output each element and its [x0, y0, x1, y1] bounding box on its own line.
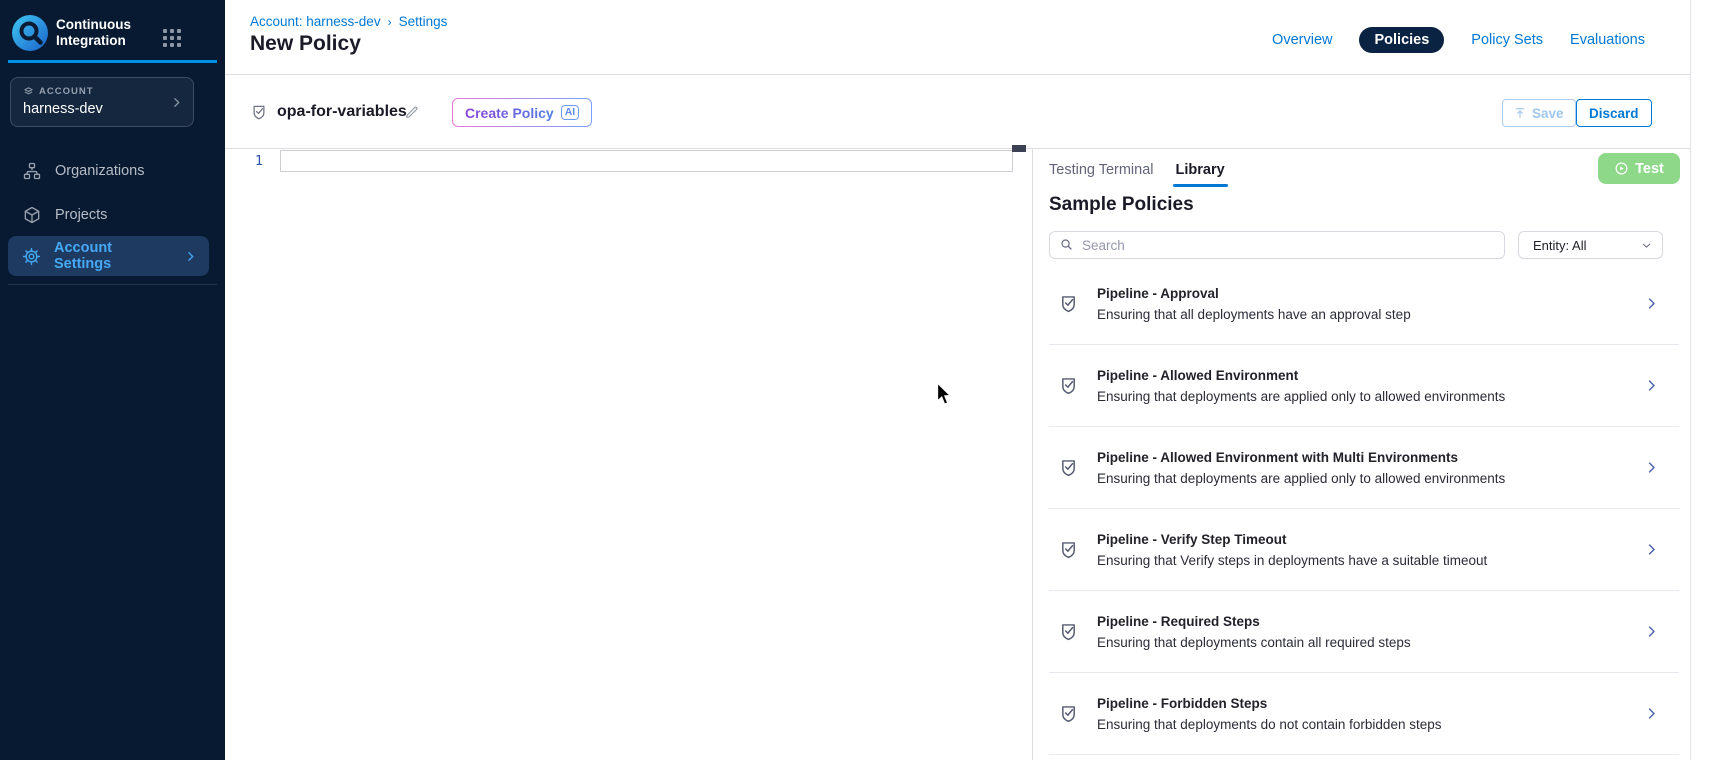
shield-check-icon	[1058, 457, 1079, 478]
search-box	[1049, 231, 1505, 259]
brand-line2: Integration	[56, 33, 131, 49]
policy-description: Ensuring that deployments do not contain…	[1097, 717, 1441, 732]
sidebar: Continuous Integration ACCOUNT harness-d…	[0, 0, 225, 760]
search-input[interactable]	[1049, 231, 1505, 259]
app-window: Continuous Integration ACCOUNT harness-d…	[0, 0, 1713, 760]
sidebar-item-projects[interactable]: Projects	[8, 195, 209, 235]
policy-nav-tabs: Overview Policies Policy Sets Evaluation…	[1272, 26, 1645, 54]
policy-title: Pipeline - Required Steps	[1097, 614, 1411, 629]
policy-title: Pipeline - Verify Step Timeout	[1097, 532, 1487, 547]
library-panel: Testing Terminal Library Test Sample Pol…	[1032, 149, 1690, 760]
sidebar-item-label: Projects	[55, 207, 107, 223]
policy-title: Pipeline - Forbidden Steps	[1097, 696, 1441, 711]
page-title: New Policy	[250, 32, 361, 56]
harness-ci-logo-icon[interactable]	[12, 15, 48, 51]
account-scope-selector[interactable]: ACCOUNT harness-dev	[10, 77, 194, 127]
chevron-right-icon	[1644, 706, 1659, 721]
chevron-right-icon	[1644, 624, 1659, 639]
chevron-right-icon	[170, 96, 183, 114]
play-circle-icon	[1614, 161, 1629, 176]
brand-underline	[8, 60, 217, 63]
breadcrumb: Account: harness-dev›Settings	[250, 14, 447, 29]
sidebar-item-organizations[interactable]: Organizations	[8, 151, 209, 191]
create-policy-button[interactable]: Create Policy AI	[452, 98, 592, 127]
policy-list-item[interactable]: Pipeline - Approval Ensuring that all de…	[1049, 263, 1679, 345]
tab-overview[interactable]: Overview	[1272, 32, 1332, 48]
chevron-right-icon	[184, 250, 197, 263]
discard-label: Discard	[1589, 106, 1639, 121]
breadcrumb-settings-link[interactable]: Settings	[399, 14, 448, 29]
chevron-right-icon	[1644, 378, 1659, 393]
search-icon	[1059, 237, 1074, 257]
policy-name: opa-for-variables	[277, 103, 407, 121]
sample-policies-heading: Sample Policies	[1049, 194, 1194, 216]
sample-policy-list: Pipeline - Approval Ensuring that all de…	[1049, 263, 1679, 755]
save-label: Save	[1532, 106, 1564, 121]
ai-badge: AI	[561, 105, 580, 120]
test-button[interactable]: Test	[1598, 153, 1680, 184]
policy-list-item[interactable]: Pipeline - Allowed Environment with Mult…	[1049, 427, 1679, 509]
save-button[interactable]: Save	[1502, 99, 1576, 127]
policy-description: Ensuring that deployments are applied on…	[1097, 471, 1505, 486]
layers-icon	[23, 86, 34, 97]
tab-testing-terminal[interactable]: Testing Terminal	[1049, 162, 1154, 178]
tab-policies[interactable]: Policies	[1359, 27, 1444, 53]
chevron-right-icon	[1644, 460, 1659, 475]
org-chart-icon	[22, 161, 42, 181]
account-name: harness-dev	[23, 101, 103, 117]
policy-title: Pipeline - Approval	[1097, 286, 1411, 301]
breadcrumb-account-link[interactable]: Account: harness-dev	[250, 14, 381, 29]
sidebar-item-label: Account Settings	[54, 240, 171, 272]
test-label: Test	[1635, 161, 1664, 177]
policy-title: Pipeline - Allowed Environment with Mult…	[1097, 450, 1505, 465]
scrollbar-gutter[interactable]	[1690, 0, 1713, 760]
tab-policy-sets[interactable]: Policy Sets	[1471, 32, 1543, 48]
shield-check-icon	[1058, 621, 1079, 642]
tab-evaluations[interactable]: Evaluations	[1570, 32, 1645, 48]
brand-title: Continuous Integration	[56, 17, 131, 49]
shield-check-icon	[1058, 293, 1079, 314]
chevron-down-icon	[1640, 239, 1653, 252]
module-grid-icon[interactable]	[163, 29, 181, 47]
shield-check-icon	[1058, 539, 1079, 560]
entity-filter-value: Entity: All	[1533, 238, 1586, 253]
breadcrumb-separator: ›	[381, 15, 399, 29]
policy-description: Ensuring that all deployments have an ap…	[1097, 307, 1411, 322]
policy-description: Ensuring that deployments are applied on…	[1097, 389, 1505, 404]
discard-button[interactable]: Discard	[1576, 99, 1652, 127]
shield-check-icon	[250, 103, 268, 121]
editor-overview-ruler-mark	[1012, 145, 1026, 152]
brand-line1: Continuous	[56, 17, 131, 33]
policy-description: Ensuring that deployments contain all re…	[1097, 635, 1411, 650]
policy-description: Ensuring that Verify steps in deployment…	[1097, 553, 1487, 568]
policy-list-item[interactable]: Pipeline - Forbidden Steps Ensuring that…	[1049, 673, 1679, 755]
pencil-icon[interactable]	[404, 104, 420, 120]
shield-check-icon	[1058, 703, 1079, 724]
editor-current-line[interactable]	[280, 150, 1013, 172]
panel-tabs: Testing Terminal Library	[1049, 162, 1225, 178]
chevron-right-icon	[1644, 296, 1659, 311]
create-policy-label: Create Policy	[465, 105, 554, 121]
header-divider	[225, 74, 1690, 75]
policy-title: Pipeline - Allowed Environment	[1097, 368, 1505, 383]
gear-icon	[22, 247, 41, 266]
tab-library[interactable]: Library	[1176, 162, 1225, 178]
shield-check-icon	[1058, 375, 1079, 396]
upload-arrow-icon	[1514, 107, 1526, 119]
policy-list-item[interactable]: Pipeline - Allowed Environment Ensuring …	[1049, 345, 1679, 427]
policy-list-item[interactable]: Pipeline - Required Steps Ensuring that …	[1049, 591, 1679, 673]
entity-filter-dropdown[interactable]: Entity: All	[1518, 231, 1663, 259]
cube-icon	[22, 205, 42, 225]
policy-code-editor[interactable]	[225, 149, 1032, 760]
account-scope-label: ACCOUNT	[39, 86, 94, 97]
sidebar-item-label: Organizations	[55, 163, 144, 179]
chevron-right-icon	[1644, 542, 1659, 557]
policy-list-item[interactable]: Pipeline - Verify Step Timeout Ensuring …	[1049, 509, 1679, 591]
editor-line-number: 1	[233, 153, 263, 169]
sidebar-divider	[8, 284, 217, 285]
sidebar-item-account-settings[interactable]: Account Settings	[8, 236, 209, 276]
